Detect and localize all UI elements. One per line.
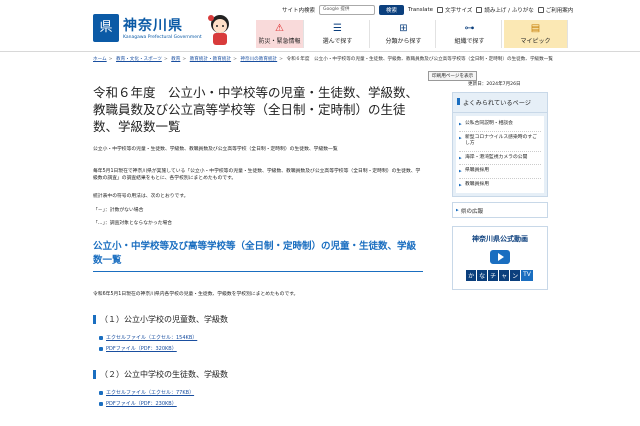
logo-title: 神奈川県 [123,18,183,34]
kana-tv: TV [521,270,533,281]
nav-disaster-info[interactable]: ⚠ 防災・緊急情報 [256,20,304,48]
excel-file-link-text[interactable]: エクセルファイル（エクセル：77KB） [106,389,194,396]
usage-guide-link[interactable]: ご利用案内 [537,6,574,14]
nav-select-search[interactable]: ☰ 選んで探す [306,20,370,48]
video-banner-title: 神奈川県公式動画 [472,235,528,243]
breadcrumb-current: 令和６年度 公立小・中学校等の児童・生徒数、学級数、教職員数及び公立高等学校等（… [286,57,553,62]
read-aloud-link[interactable]: 読み上げ / ふりがな [476,6,534,14]
section-note: 令和6年5月1日現在の神奈川県内各学校の児童・生徒数、学級数を学校別にまとめたも… [93,292,299,297]
text-size-icon [437,7,444,13]
breadcrumb-link[interactable]: 教育統計・教育統計 [190,57,231,62]
excel-file-icon [99,390,103,395]
popular-pages-list: 公私合同説明・相談会 新型コロナウイルス感染時のすごし方 海岸・港湾監視カメラの… [456,116,544,193]
prefecture-emblem-icon: 県 [93,14,119,42]
kana-char: ン [510,270,521,281]
logo-subtitle: Kanagawa Prefectural Government [123,35,202,40]
excel-file-icon [99,335,103,340]
mypick-icon: ▤ [530,23,541,34]
play-icon [490,250,510,264]
utility-bar: サイト内検索 Google 提供 検索 Translate 文字サイズ 読み上げ… [282,4,573,16]
popular-pages-heading: よくみられているページ [453,93,547,113]
popular-page-link[interactable]: 教職員採用 [459,179,541,192]
section-heading: 公立小・中学校等及び高等学校等（全日制・定時制）の児童・生徒数、学級数一覧 [93,240,423,272]
body-paragraph: 毎年5月1日現在で神奈川県が実施している「公立小・中学校等の児童・生徒数、学級数… [93,169,421,181]
organization-icon: ⊶ [464,23,475,34]
site-header: 県 神奈川県 Kanagawa Prefectural Government サ… [0,0,640,52]
kanachan-tv-logo: か な チ ャ ン TV [453,270,547,281]
site-search-label: サイト内検索 [282,8,316,14]
breadcrumb-link[interactable]: 教育 [171,57,180,62]
popular-page-link[interactable]: 県職員採用 [459,165,541,179]
excel-file-link-text[interactable]: エクセルファイル（エクセル：154KB） [106,334,197,341]
print-page-button[interactable]: 印刷用ページを表示 [428,71,478,81]
subsection-heading: （２）公立中学校の生徒数、学級数 [93,369,423,380]
popular-page-link[interactable]: 新型コロナウイルス感染時のすごし方 [459,132,541,152]
pdf-file-link[interactable]: PDFファイル（PDF：230KB） [99,400,177,407]
warning-icon: ⚠ [275,23,284,34]
translate-link[interactable]: Translate [408,7,433,13]
pdf-file-link-text[interactable]: PDFファイル（PDF：320KB） [106,345,177,352]
nav-label: 選んで探す [322,38,353,45]
breadcrumb-link[interactable]: 神奈川の教育統計 [240,57,277,62]
read-aloud-label: 読み上げ / ふりがな [484,8,534,14]
speaker-icon [476,7,483,13]
nav-label: 組織で探す [454,38,485,45]
breadcrumb: ホーム > 教育・文化・スポーツ > 教育 > 教育統計・教育統計 > 神奈川の教育統計… [93,57,553,62]
nav-label: 防災・緊急情報 [258,38,301,45]
pref-publicity-link[interactable]: 県の広報 [452,202,548,218]
pdf-file-link[interactable]: PDFファイル（PDF：320KB） [99,345,177,352]
usage-guide-label: ご利用案内 [545,8,574,14]
text-size-link[interactable]: 文字サイズ [437,6,472,14]
excel-file-link[interactable]: エクセルファイル（エクセル：154KB） [99,334,197,341]
heading-marker [93,315,96,324]
kana-char: か [466,270,477,281]
search-button[interactable]: 検索 [379,5,405,15]
popular-page-link[interactable]: 公私合同説明・相談会 [459,118,541,132]
lead-text: 公立小・中学校等の児童・生徒数、学級数、教職員数及び公立高等学校（全日制・定時制… [93,147,338,152]
nav-label: マイピック [520,38,551,45]
official-video-banner[interactable]: 神奈川県公式動画 か な チ ャ ン TV [452,226,548,290]
category-icon: ⊞ [399,23,408,34]
page-title: 令和６年度 公立小・中学校等の児童・生徒数、学級数、教職員数及び公立高等学校等（… [93,85,419,134]
nav-organization-search[interactable]: ⊶ 組織で探す [438,20,502,48]
kana-char: チ [488,270,499,281]
heading-marker [93,370,96,379]
breadcrumb-link[interactable]: ホーム [93,57,107,62]
pdf-file-icon [99,346,103,351]
pdf-file-link-text[interactable]: PDFファイル（PDF：230KB） [106,400,177,407]
info-icon [537,7,544,13]
kana-char: な [477,270,488,281]
nav-category-search[interactable]: ⊞ 分類から探す [372,20,436,48]
breadcrumb-link[interactable]: 教育・文化・スポーツ [116,57,162,62]
global-nav: ⚠ 防災・緊急情報 ☰ 選んで探す ⊞ 分類から探す ⊶ 組織で探す ▤ マイピ… [256,20,568,48]
updated-date: 更新日：2024年7月26日 [468,82,521,87]
nav-mypick[interactable]: ▤ マイピック [504,20,568,48]
subsection-heading-text: （２）公立中学校の生徒数、学級数 [100,370,228,379]
subsection-heading-text: （１）公立小学校の児童数、学級数 [100,315,228,324]
select-icon: ☰ [333,23,342,34]
subsection-heading: （１）公立小学校の児童数、学級数 [93,314,423,325]
symbol-note: 「－」：計数がない場合 [93,208,144,213]
excel-file-link[interactable]: エクセルファイル（エクセル：77KB） [99,389,194,396]
body-paragraph: 統計表中の符号の用法は、次のとおりです。 [93,194,189,199]
search-input[interactable]: Google 提供 [319,5,376,15]
popular-page-link[interactable]: 海岸・港湾監視カメラの公開 [459,152,541,165]
mascot-icon [208,15,229,45]
kana-char: ャ [499,270,510,281]
site-logo[interactable]: 県 神奈川県 Kanagawa Prefectural Government [93,14,211,44]
nav-label: 分類から探す [385,38,422,45]
pdf-file-icon [99,401,103,406]
popular-pages-panel: よくみられているページ 公私合同説明・相談会 新型コロナウイルス感染時のすごし方… [452,92,548,197]
text-size-label: 文字サイズ [445,8,473,14]
symbol-note: 「…」：調査対象とならなかった場合 [93,221,173,226]
